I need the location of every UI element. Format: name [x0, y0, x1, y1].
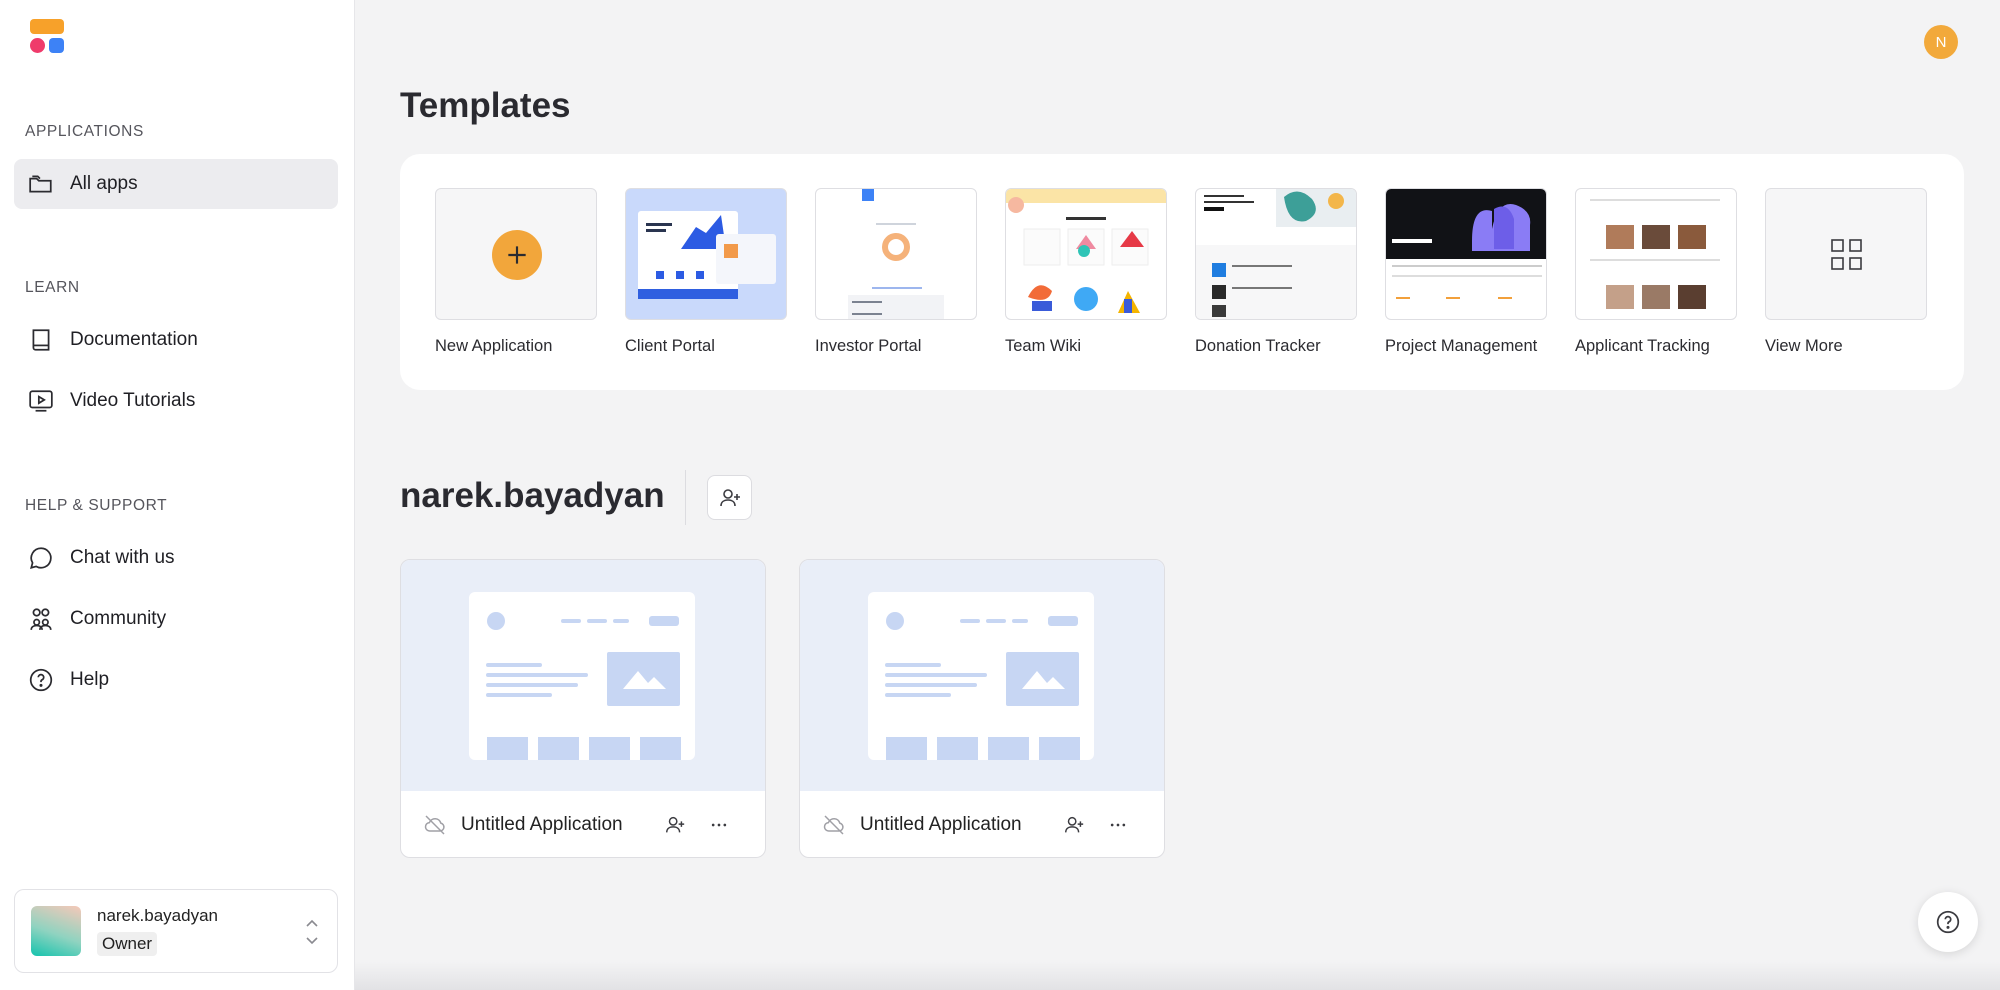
user-plus-icon: [1065, 816, 1084, 833]
template-view-more[interactable]: View More: [1765, 188, 1927, 356]
app-name[interactable]: Untitled Application: [860, 814, 1060, 836]
help-support-section-label: HELP & SUPPORT: [25, 497, 168, 514]
template-label: Donation Tracker: [1195, 337, 1321, 355]
templates-title: Templates: [400, 86, 571, 125]
more-horizontal-icon: [1110, 823, 1126, 827]
app-name[interactable]: Untitled Application: [461, 814, 661, 836]
template-label: Client Portal: [625, 337, 715, 355]
template-thumbnail: [1005, 188, 1167, 320]
template-thumbnail: [1195, 188, 1357, 320]
template-client-portal[interactable]: Client Portal: [625, 188, 787, 356]
user-avatar[interactable]: N: [1924, 25, 1958, 59]
folder-icon: [29, 175, 52, 193]
app-more-button[interactable]: [1104, 811, 1132, 839]
template-thumbnail: [1385, 188, 1547, 320]
sidebar-item-video-tutorials[interactable]: Video Tutorials: [14, 376, 338, 426]
sidebar-item-label: Video Tutorials: [70, 390, 196, 411]
template-team-wiki[interactable]: Team Wiki: [1005, 188, 1167, 356]
sidebar: APPLICATIONS All apps LEARN Documentatio…: [0, 0, 355, 990]
app-card-footer: Untitled Application: [800, 791, 1164, 857]
divider: [685, 470, 686, 525]
template-label: New Application: [435, 337, 553, 355]
sidebar-item-all-apps[interactable]: All apps: [14, 159, 338, 209]
template-project-management[interactable]: Project Management: [1385, 188, 1547, 356]
account-switcher[interactable]: narek.bayadyan Owner: [14, 889, 338, 973]
template-thumbnail: [1575, 188, 1737, 320]
template-thumbnail: [435, 188, 597, 320]
templates-card: New Application Client Portal Investor P…: [400, 154, 1964, 390]
sidebar-item-community[interactable]: Community: [14, 594, 338, 644]
bottom-shade: [355, 962, 2000, 990]
app-preview: [800, 560, 1164, 791]
account-avatar: [31, 906, 81, 956]
template-label: Team Wiki: [1005, 337, 1082, 355]
plus-icon: [492, 230, 542, 280]
sidebar-item-label: Documentation: [70, 329, 198, 350]
sidebar-item-label: All apps: [70, 173, 138, 194]
sidebar-item-label: Community: [70, 608, 167, 629]
sidebar-item-documentation[interactable]: Documentation: [14, 315, 338, 365]
app-card-footer: Untitled Application: [401, 791, 765, 857]
template-thumbnail: [1765, 188, 1927, 320]
account-username: narek.bayadyan: [97, 906, 218, 925]
user-plus-icon: [666, 816, 685, 833]
template-investor-portal[interactable]: Investor Portal: [815, 188, 977, 356]
book-icon: [32, 329, 50, 351]
template-label: Investor Portal: [815, 337, 922, 355]
chevron-up-down-icon: [306, 919, 318, 945]
template-new-application[interactable]: New Application: [435, 188, 597, 356]
video-icon: [29, 390, 53, 412]
applications-section-label: APPLICATIONS: [25, 123, 144, 140]
share-app-button[interactable]: [1060, 811, 1088, 839]
invite-user-button[interactable]: [707, 475, 752, 520]
sidebar-item-label: Help: [70, 669, 110, 690]
community-icon: [30, 608, 52, 630]
cloud-off-icon: [823, 815, 844, 835]
app-preview: [401, 560, 765, 791]
sidebar-item-help[interactable]: Help: [14, 655, 338, 705]
help-circle-icon: [29, 668, 53, 692]
template-applicant-tracking[interactable]: Applicant Tracking: [1575, 188, 1737, 356]
template-donation-tracker[interactable]: Donation Tracker: [1195, 188, 1357, 356]
grid-icon: [1831, 239, 1862, 270]
sidebar-item-chat[interactable]: Chat with us: [14, 533, 338, 583]
sidebar-item-label: Chat with us: [70, 547, 175, 568]
user-plus-icon: [719, 488, 740, 506]
template-thumbnail: [815, 188, 977, 320]
help-circle-icon: [1936, 910, 1960, 934]
template-label: Applicant Tracking: [1575, 337, 1710, 355]
account-role-badge: Owner: [97, 932, 158, 956]
learn-section-label: LEARN: [25, 279, 80, 296]
share-app-button[interactable]: [661, 811, 689, 839]
help-button[interactable]: [1918, 892, 1978, 952]
more-horizontal-icon: [711, 823, 727, 827]
logo[interactable]: [30, 19, 66, 55]
template-label: Project Management: [1385, 337, 1538, 355]
workspace-name: narek.bayadyan: [400, 476, 665, 515]
app-more-button[interactable]: [705, 811, 733, 839]
app-card[interactable]: Untitled Application: [400, 559, 766, 858]
cloud-off-icon: [424, 815, 445, 835]
app-card[interactable]: Untitled Application: [799, 559, 1165, 858]
template-label: View More: [1765, 337, 1843, 355]
chat-bubble-icon: [30, 547, 52, 569]
template-thumbnail: [625, 188, 787, 320]
